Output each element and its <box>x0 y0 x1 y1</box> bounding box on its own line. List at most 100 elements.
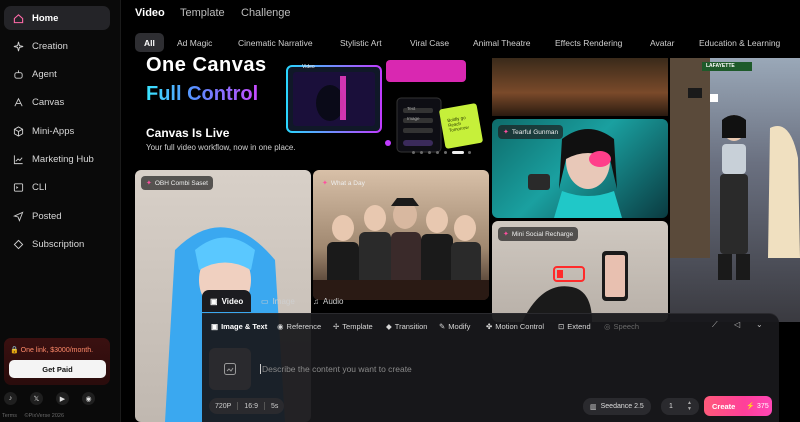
x-icon[interactable]: 𝕏 <box>30 392 43 405</box>
create-button[interactable]: Create ⚡ 375 <box>704 396 772 416</box>
tab-video[interactable]: Video <box>135 7 165 19</box>
tool-modify[interactable]: ✎ Modify <box>439 322 470 331</box>
card-thumbnail <box>670 58 800 280</box>
category-education-learning[interactable]: Education & Learning <box>699 33 780 52</box>
video-card-street-walk[interactable]: LAFAYETTE <box>670 58 800 322</box>
sidebar-item-home[interactable]: Home <box>4 6 110 30</box>
tiktok-icon[interactable]: ♪ <box>4 392 17 405</box>
model-selector[interactable]: ▥ Seedance 2.5 <box>583 398 651 415</box>
sidebar: Home Creation Agent Canvas Mini-Apps Mar… <box>0 0 121 422</box>
terminal-icon <box>13 182 24 193</box>
tab-challenge[interactable]: Challenge <box>241 7 291 19</box>
duration-option[interactable]: 5s <box>271 403 278 410</box>
carousel-dot[interactable] <box>420 151 423 154</box>
carousel-dot-active[interactable] <box>452 151 464 154</box>
video-card-street[interactable] <box>492 58 668 116</box>
promo-text: One link, $3000/month. <box>20 347 94 354</box>
video-card-mini-social-recharge[interactable]: ✦ Mini Social Recharge <box>492 221 668 322</box>
youtube-icon[interactable]: ▶ <box>56 392 69 405</box>
card-title: Mini Social Recharge <box>511 230 574 238</box>
sparkle-icon <box>13 41 24 52</box>
tool-transition[interactable]: ◆ Transition <box>386 322 427 331</box>
send-icon <box>13 211 24 222</box>
promo-banner: 🔒 One link, $3000/month. Get Paid <box>4 338 110 385</box>
category-avatar[interactable]: Avatar <box>650 33 674 52</box>
mode-tab-video[interactable]: ▣ Video <box>202 290 252 312</box>
carousel-dot[interactable] <box>468 151 471 154</box>
video-card-tearful-gunman[interactable]: ✦ Tearful Gunman <box>492 119 668 218</box>
get-paid-button[interactable]: Get Paid <box>9 360 106 378</box>
sparkle-icon: ✦ <box>322 180 328 187</box>
prompt-input[interactable]: Describe the content you want to create <box>260 364 412 374</box>
diamond-icon <box>13 239 24 250</box>
upload-image-button[interactable] <box>209 348 251 390</box>
category-effects-rendering[interactable]: Effects Rendering <box>555 33 622 52</box>
resolution-option[interactable]: 720P <box>215 403 231 410</box>
add-image-icon <box>224 363 236 375</box>
eraser-icon[interactable]: ◁ <box>734 320 740 329</box>
street-sign: LAFAYETTE <box>706 63 735 69</box>
card-title: Tearful Gunman <box>511 128 559 136</box>
magic-wand-icon[interactable]: ⟋ <box>712 320 718 330</box>
hero-title-line2: Full Control <box>146 83 259 105</box>
hero-description: Your full video workflow, now in one pla… <box>146 143 296 152</box>
discord-icon[interactable]: ◉ <box>82 392 95 405</box>
sparkle-icon: ✦ <box>503 129 509 136</box>
sparkle-icon: ✦ <box>503 231 509 238</box>
mock-image-label: Image <box>407 116 420 121</box>
copyright: ©PixVerse 2026 <box>24 413 65 419</box>
tool-reference[interactable]: ◉ Reference <box>277 322 321 331</box>
carousel-dot[interactable] <box>436 151 439 154</box>
ratio-option[interactable]: 16:9 <box>244 403 258 410</box>
category-cinematic-narrative[interactable]: Cinematic Narrative <box>238 33 313 52</box>
category-animal-theatre[interactable]: Animal Theatre <box>473 33 530 52</box>
tool-speech[interactable]: ◎ Speech <box>604 322 639 331</box>
sidebar-item-canvas[interactable]: Canvas <box>4 90 110 114</box>
sidebar-item-cli[interactable]: CLI <box>4 175 110 199</box>
video-icon: ▣ <box>210 296 218 306</box>
image-text-icon: ▣ <box>211 322 219 331</box>
tool-template[interactable]: ✢ Template <box>333 322 373 331</box>
sidebar-item-subscription[interactable]: Subscription <box>4 232 110 256</box>
count-stepper[interactable]: 1 ▲ ▼ <box>661 398 699 415</box>
mode-tab-audio[interactable]: ♫ Audio <box>305 290 351 312</box>
generation-options[interactable]: 720P 16:9 5s <box>209 398 285 414</box>
tool-extend[interactable]: ⊡ Extend <box>558 322 591 331</box>
category-viral-case[interactable]: Viral Case <box>410 33 449 52</box>
tool-motion-control[interactable]: ✤ Motion Control <box>486 322 544 331</box>
canvas-icon <box>13 97 24 108</box>
video-card-what-a-day[interactable]: ✦ What a Day <box>313 170 489 300</box>
home-icon <box>13 13 24 24</box>
sidebar-item-marketing-hub[interactable]: Marketing Hub <box>4 147 110 171</box>
speech-icon: ◎ <box>604 322 611 331</box>
stepper-arrows-icon[interactable]: ▲ ▼ <box>687 400 692 412</box>
robot-icon <box>13 69 24 80</box>
mode-tab-image[interactable]: ▭ Image <box>253 290 303 312</box>
mock-video-label: Video <box>302 64 315 70</box>
carousel-dot[interactable] <box>444 151 447 154</box>
carousel-dot[interactable] <box>428 151 431 154</box>
hero-subtitle: Canvas Is Live <box>146 126 230 140</box>
card-title: OBH Combi Saset <box>154 179 208 187</box>
audio-icon: ♫ <box>313 296 319 306</box>
modify-icon: ✎ <box>439 322 446 331</box>
lock-icon: 🔒 <box>10 347 21 354</box>
category-all[interactable]: All <box>135 33 164 52</box>
model-icon: ▥ <box>590 403 597 411</box>
category-ad-magic[interactable]: Ad Magic <box>177 33 212 52</box>
tab-template[interactable]: Template <box>180 7 225 19</box>
sparkle-icon: ✦ <box>146 180 152 187</box>
chevron-down-icon[interactable]: ⌄ <box>756 320 763 329</box>
chart-icon <box>13 154 24 165</box>
terms-link[interactable]: Terms <box>2 413 17 419</box>
tool-image-text[interactable]: ▣ Image & Text <box>211 322 267 331</box>
sidebar-item-mini-apps[interactable]: Mini-Apps <box>4 119 110 143</box>
template-icon: ✢ <box>333 322 340 331</box>
bolt-icon: ⚡ <box>746 403 756 410</box>
sidebar-item-creation[interactable]: Creation <box>4 34 110 58</box>
carousel-dot[interactable] <box>412 151 415 154</box>
category-stylistic-art[interactable]: Stylistic Art <box>340 33 382 52</box>
sidebar-item-posted[interactable]: Posted <box>4 204 110 228</box>
sidebar-item-agent[interactable]: Agent <box>4 62 110 86</box>
cube-icon <box>13 125 24 137</box>
